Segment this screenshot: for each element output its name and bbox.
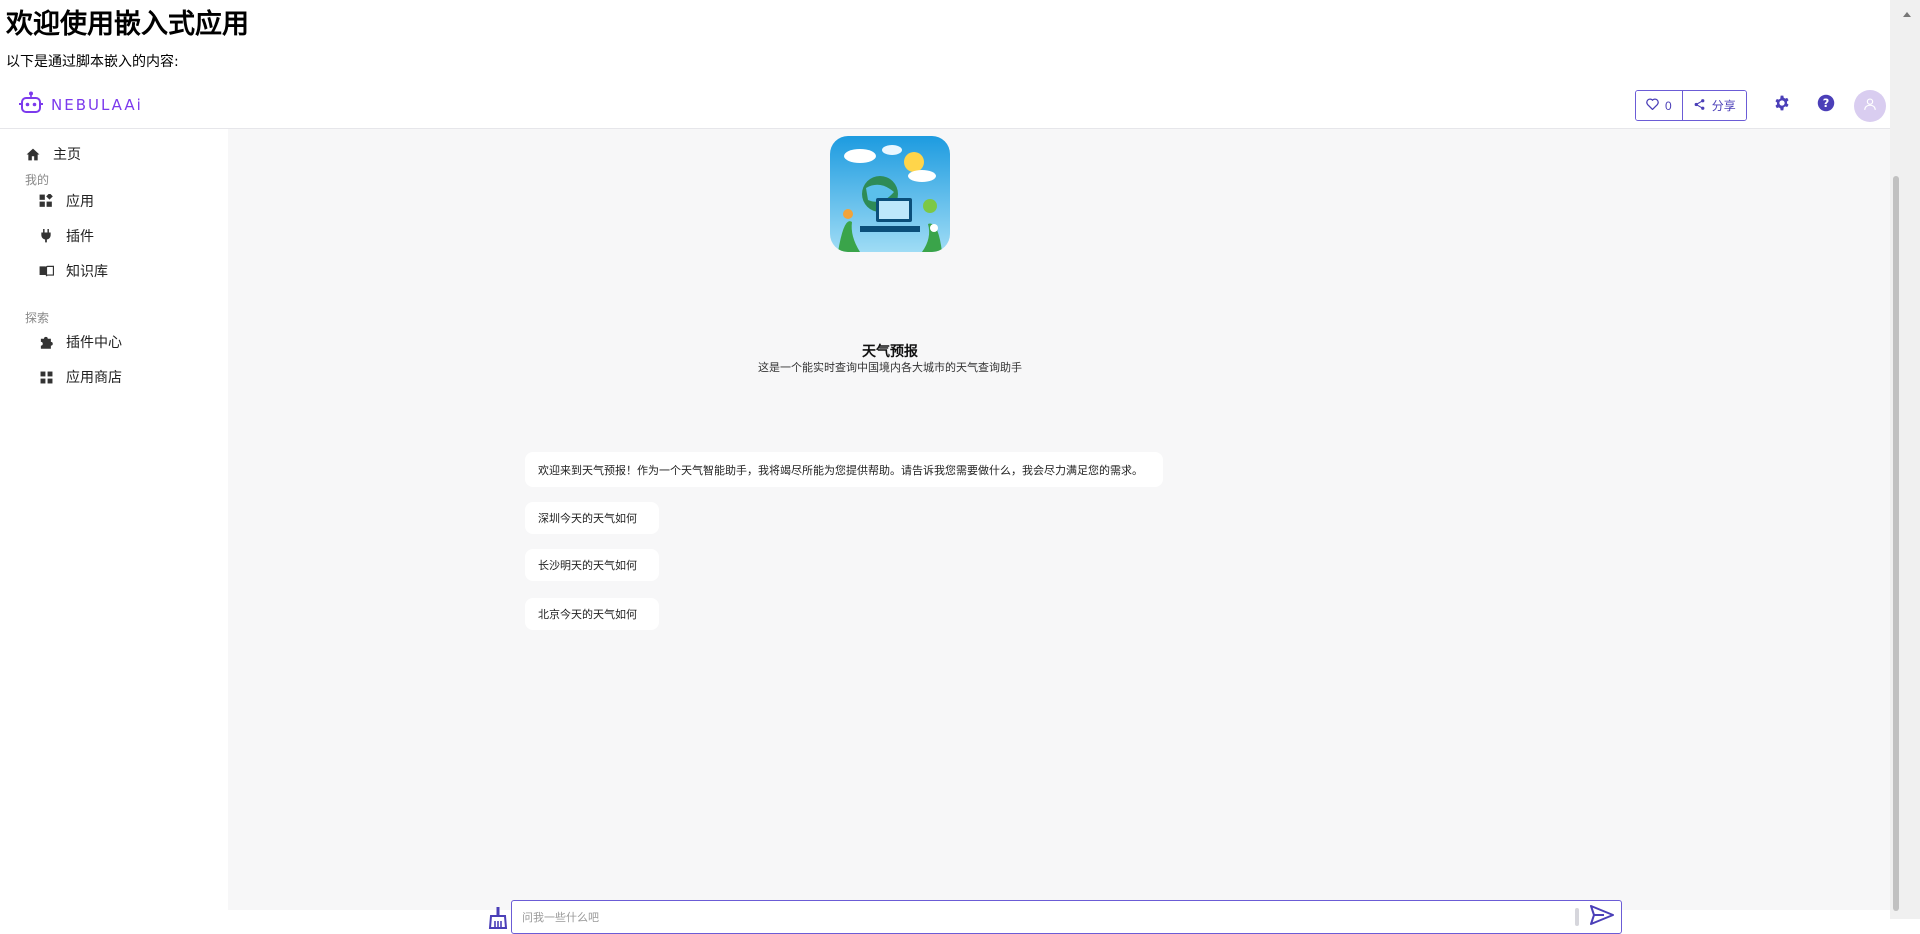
sidebar-item-plugin-center[interactable]: 插件中心 — [38, 332, 122, 352]
sidebar-item-plugins[interactable]: 插件 — [38, 226, 94, 246]
embedded-app: NEBULAAi 0 分享 ? 主页 我的 应用 插件 知识库 探索 插件中心 … — [0, 82, 1890, 934]
sidebar-item-label: 主页 — [53, 146, 81, 162]
share-icon — [1693, 98, 1706, 114]
share-button[interactable]: 分享 — [1681, 91, 1746, 120]
sidebar-item-label: 插件 — [66, 228, 94, 244]
send-icon — [1590, 904, 1614, 930]
sidebar-item-apps[interactable]: 应用 — [38, 191, 94, 211]
help-button[interactable]: ? — [1812, 91, 1840, 119]
chat-input[interactable] — [520, 907, 1584, 929]
sidebar-item-label: 应用 — [66, 193, 94, 209]
scroll-up-arrow[interactable] — [1903, 6, 1911, 17]
app-description: 这是一个能实时查询中国境内各大城市的天气查询助手 — [758, 362, 1022, 374]
sidebar-section-mine: 我的 — [25, 173, 50, 187]
like-count: 0 — [1665, 98, 1672, 113]
page-subtitle: 以下是通过脚本嵌入的内容: — [6, 54, 179, 70]
sidebar: 主页 我的 应用 插件 知识库 探索 插件中心 应用商店 — [0, 129, 228, 910]
svg-text:?: ? — [1823, 96, 1830, 109]
scrollbar-thumb[interactable] — [1893, 176, 1899, 911]
sidebar-item-home[interactable]: 主页 — [25, 144, 81, 164]
home-icon — [25, 146, 41, 162]
clear-chat-button[interactable] — [488, 907, 508, 929]
help-icon: ? — [1817, 94, 1835, 117]
app-avatar — [830, 136, 950, 252]
sidebar-item-label: 插件中心 — [66, 334, 122, 350]
chat-input-box — [511, 900, 1622, 934]
top-bar: NEBULAAi 0 分享 ? — [0, 82, 1890, 129]
sidebar-section-explore: 探索 — [25, 311, 50, 325]
resize-handle[interactable] — [1575, 908, 1579, 926]
robot-icon — [18, 91, 44, 120]
like-share-group: 0 分享 — [1635, 90, 1747, 121]
suggested-question[interactable]: 长沙明天的天气如何 — [525, 549, 659, 581]
logo-text: NEBULAAi — [51, 96, 143, 114]
suggested-question[interactable]: 深圳今天的天气如何 — [525, 502, 659, 534]
sidebar-item-label: 知识库 — [66, 263, 108, 279]
page-title: 欢迎使用嵌入式应用 — [6, 9, 249, 40]
sidebar-item-knowledge[interactable]: 知识库 — [38, 261, 108, 281]
app-name: 天气预报 — [862, 343, 918, 359]
chat-panel: 天气预报 这是一个能实时查询中国境内各大城市的天气查询助手 欢迎来到天气预报！作… — [228, 129, 1890, 934]
sidebar-item-label: 应用商店 — [66, 369, 122, 385]
bot-message: 欢迎来到天气预报！作为一个天气智能助手，我将竭尽所能为您提供帮助。请告诉我您需要… — [525, 452, 1163, 487]
book-icon — [38, 263, 54, 279]
sidebar-item-app-store[interactable]: 应用商店 — [38, 367, 122, 387]
user-icon — [1863, 97, 1877, 116]
gear-icon — [1774, 95, 1790, 116]
like-button[interactable]: 0 — [1636, 91, 1682, 120]
puzzle-icon — [38, 334, 54, 350]
grid-icon — [38, 369, 54, 385]
send-button[interactable] — [1588, 904, 1616, 930]
heart-icon — [1646, 98, 1659, 113]
user-avatar[interactable] — [1854, 90, 1886, 122]
suggested-question[interactable]: 北京今天的天气如何 — [525, 598, 659, 630]
logo[interactable]: NEBULAAi — [18, 91, 143, 119]
settings-button[interactable] — [1768, 91, 1796, 119]
share-label: 分享 — [1711, 99, 1736, 113]
apps-icon — [38, 193, 54, 209]
plug-icon — [38, 228, 54, 244]
